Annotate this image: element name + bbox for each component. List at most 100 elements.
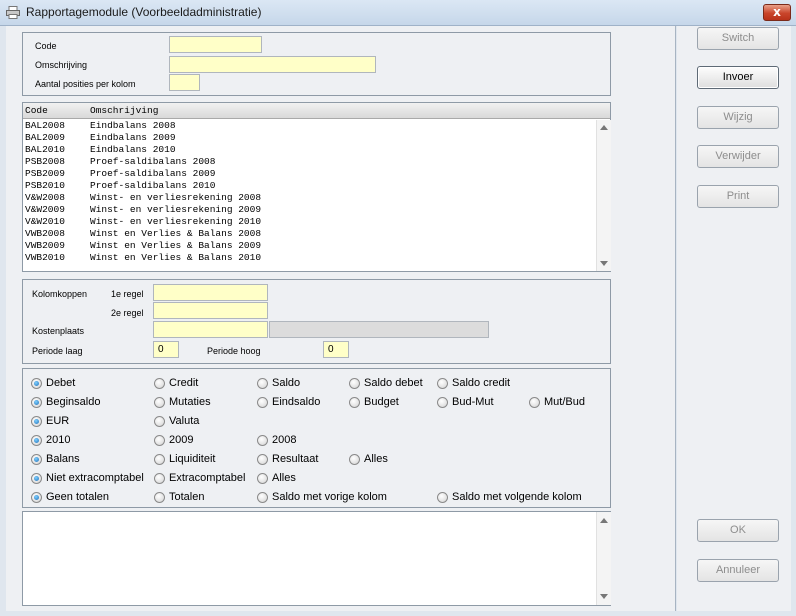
costcenter-label: Kostenplaats: [32, 326, 85, 336]
list-item-code: VWB2010: [25, 252, 65, 263]
radio-unchecked-icon[interactable]: [257, 435, 268, 446]
option-label: 2008: [272, 434, 297, 446]
radio-checked-icon[interactable]: [31, 492, 42, 503]
period-high-field[interactable]: 0: [323, 341, 349, 358]
list-item[interactable]: V&W2010 Winst- en verliesrekening 2010: [23, 216, 596, 228]
list-item[interactable]: VWB2009 Winst en Verlies & Balans 2009: [23, 240, 596, 252]
list-item-description: Eindbalans 2008: [90, 120, 176, 131]
list-item[interactable]: PSB2008 Proef-saldibalans 2008: [23, 156, 596, 168]
radio-checked-icon[interactable]: [31, 454, 42, 465]
list-rows: BAL2008 Eindbalans 2008 BAL2009 Eindbalans …: [23, 120, 596, 270]
radio-unchecked-icon[interactable]: [349, 378, 360, 389]
option-label: Debet: [46, 377, 76, 389]
list-item[interactable]: VWB2008 Winst en Verlies & Balans 2008: [23, 228, 596, 240]
option-label: Totalen: [169, 491, 205, 503]
radio-unchecked-icon[interactable]: [257, 492, 268, 503]
annuleer-button[interactable]: Annuleer: [697, 559, 779, 582]
verwijder-button[interactable]: Verwijder: [697, 145, 779, 168]
radio-unchecked-icon[interactable]: [257, 473, 268, 484]
list-item[interactable]: BAL2008 Eindbalans 2008: [23, 120, 596, 132]
costcenter-field[interactable]: [153, 321, 268, 338]
print-button[interactable]: Print: [697, 185, 779, 208]
radio-unchecked-icon[interactable]: [257, 454, 268, 465]
list-item-code: BAL2008: [25, 120, 65, 131]
radio-unchecked-icon[interactable]: [437, 378, 448, 389]
radio-unchecked-icon[interactable]: [437, 492, 448, 503]
radio-unchecked-icon[interactable]: [349, 454, 360, 465]
options-container: Debet Credit Saldo Saldo debet Saldo credit B…: [23, 369, 610, 507]
line1-field[interactable]: [153, 284, 268, 301]
invoer-button[interactable]: Invoer: [697, 66, 779, 89]
switch-button[interactable]: Switch: [697, 27, 779, 50]
list-item-description: Winst en Verlies & Balans 2008: [90, 228, 262, 239]
radio-unchecked-icon[interactable]: [154, 378, 165, 389]
period-high-label: Periode hoog: [207, 346, 261, 356]
wijzig-button[interactable]: Wijzig: [697, 106, 779, 129]
radio-checked-icon[interactable]: [31, 378, 42, 389]
line1-label: 1e regel: [111, 289, 144, 299]
radio-unchecked-icon[interactable]: [154, 435, 165, 446]
radio-unchecked-icon[interactable]: [437, 397, 448, 408]
option-label: EUR: [46, 415, 70, 427]
title-bar[interactable]: Rapportagemodule (Voorbeeldadministratie…: [0, 0, 796, 26]
list-item[interactable]: V&W2009 Winst- en verliesrekening 2009: [23, 204, 596, 216]
list-scrollbar[interactable]: [596, 120, 611, 271]
list-item[interactable]: VWB2010 Winst en Verlies & Balans 2010: [23, 252, 596, 264]
radio-unchecked-icon[interactable]: [529, 397, 540, 408]
option-label: Saldo met vorige kolom: [272, 491, 387, 503]
radio-unchecked-icon[interactable]: [154, 473, 165, 484]
radio-checked-icon[interactable]: [31, 435, 42, 446]
list-item[interactable]: BAL2010 Eindbalans 2010: [23, 144, 596, 156]
memo-field[interactable]: [22, 511, 611, 606]
printer-icon: [6, 6, 20, 19]
radio-unchecked-icon[interactable]: [154, 397, 165, 408]
radio-unchecked-icon[interactable]: [154, 492, 165, 503]
memo-scrollbar[interactable]: [596, 512, 611, 605]
scroll-down-icon[interactable]: [600, 261, 608, 266]
code-field[interactable]: [169, 36, 262, 53]
scroll-up-icon[interactable]: [600, 125, 608, 130]
radio-unchecked-icon[interactable]: [257, 378, 268, 389]
period-low-field[interactable]: 0: [153, 341, 179, 358]
list-item[interactable]: BAL2009 Eindbalans 2009: [23, 132, 596, 144]
positions-label: Aantal posities per kolom: [35, 79, 136, 89]
line2-field[interactable]: [153, 302, 268, 319]
option-label: 2009: [169, 434, 194, 446]
positions-field[interactable]: [169, 74, 200, 91]
option-label: Bud-Mut: [452, 396, 494, 408]
radio-checked-icon[interactable]: [31, 473, 42, 484]
option-label: Saldo met volgende kolom: [452, 491, 582, 503]
list-item-code: V&W2008: [25, 192, 65, 203]
list-item-description: Winst- en verliesrekening 2008: [90, 192, 262, 203]
list-item-description: Winst en Verlies & Balans 2009: [90, 240, 262, 251]
column-header-code[interactable]: Code: [25, 105, 48, 116]
list-item[interactable]: V&W2008 Winst- en verliesrekening 2008: [23, 192, 596, 204]
option-label: Eindsaldo: [272, 396, 321, 408]
option-label: Credit: [169, 377, 199, 389]
list-item-code: BAL2009: [25, 132, 65, 143]
option-label: Saldo debet: [364, 377, 423, 389]
scroll-up-icon[interactable]: [600, 518, 608, 523]
option-label: Niet extracomptabel: [46, 472, 144, 484]
list-item-description: Eindbalans 2010: [90, 144, 176, 155]
radio-unchecked-icon[interactable]: [257, 397, 268, 408]
list-item[interactable]: PSB2010 Proef-saldibalans 2010: [23, 180, 596, 192]
description-field[interactable]: [169, 56, 376, 73]
period-low-label: Periode laag: [32, 346, 83, 356]
list-item-description: Eindbalans 2009: [90, 132, 176, 143]
list-item[interactable]: PSB2009 Proef-saldibalans 2009: [23, 168, 596, 180]
options-group: Debet Credit Saldo Saldo debet Saldo credit B…: [22, 368, 611, 508]
ok-button[interactable]: OK: [697, 519, 779, 542]
column-header-description[interactable]: Omschrijving: [90, 105, 158, 116]
radio-unchecked-icon[interactable]: [154, 454, 165, 465]
scroll-down-icon[interactable]: [600, 594, 608, 599]
list-item-description: Proef-saldibalans 2009: [90, 168, 216, 179]
close-button[interactable]: x: [763, 4, 791, 21]
list-item-code: VWB2009: [25, 240, 65, 251]
window-title: Rapportagemodule (Voorbeeldadministratie…: [26, 5, 262, 19]
radio-checked-icon[interactable]: [31, 416, 42, 427]
radio-unchecked-icon[interactable]: [349, 397, 360, 408]
radio-unchecked-icon[interactable]: [154, 416, 165, 427]
report-list[interactable]: Code Omschrijving BAL2008 Eindbalans 2008…: [22, 102, 611, 272]
radio-checked-icon[interactable]: [31, 397, 42, 408]
